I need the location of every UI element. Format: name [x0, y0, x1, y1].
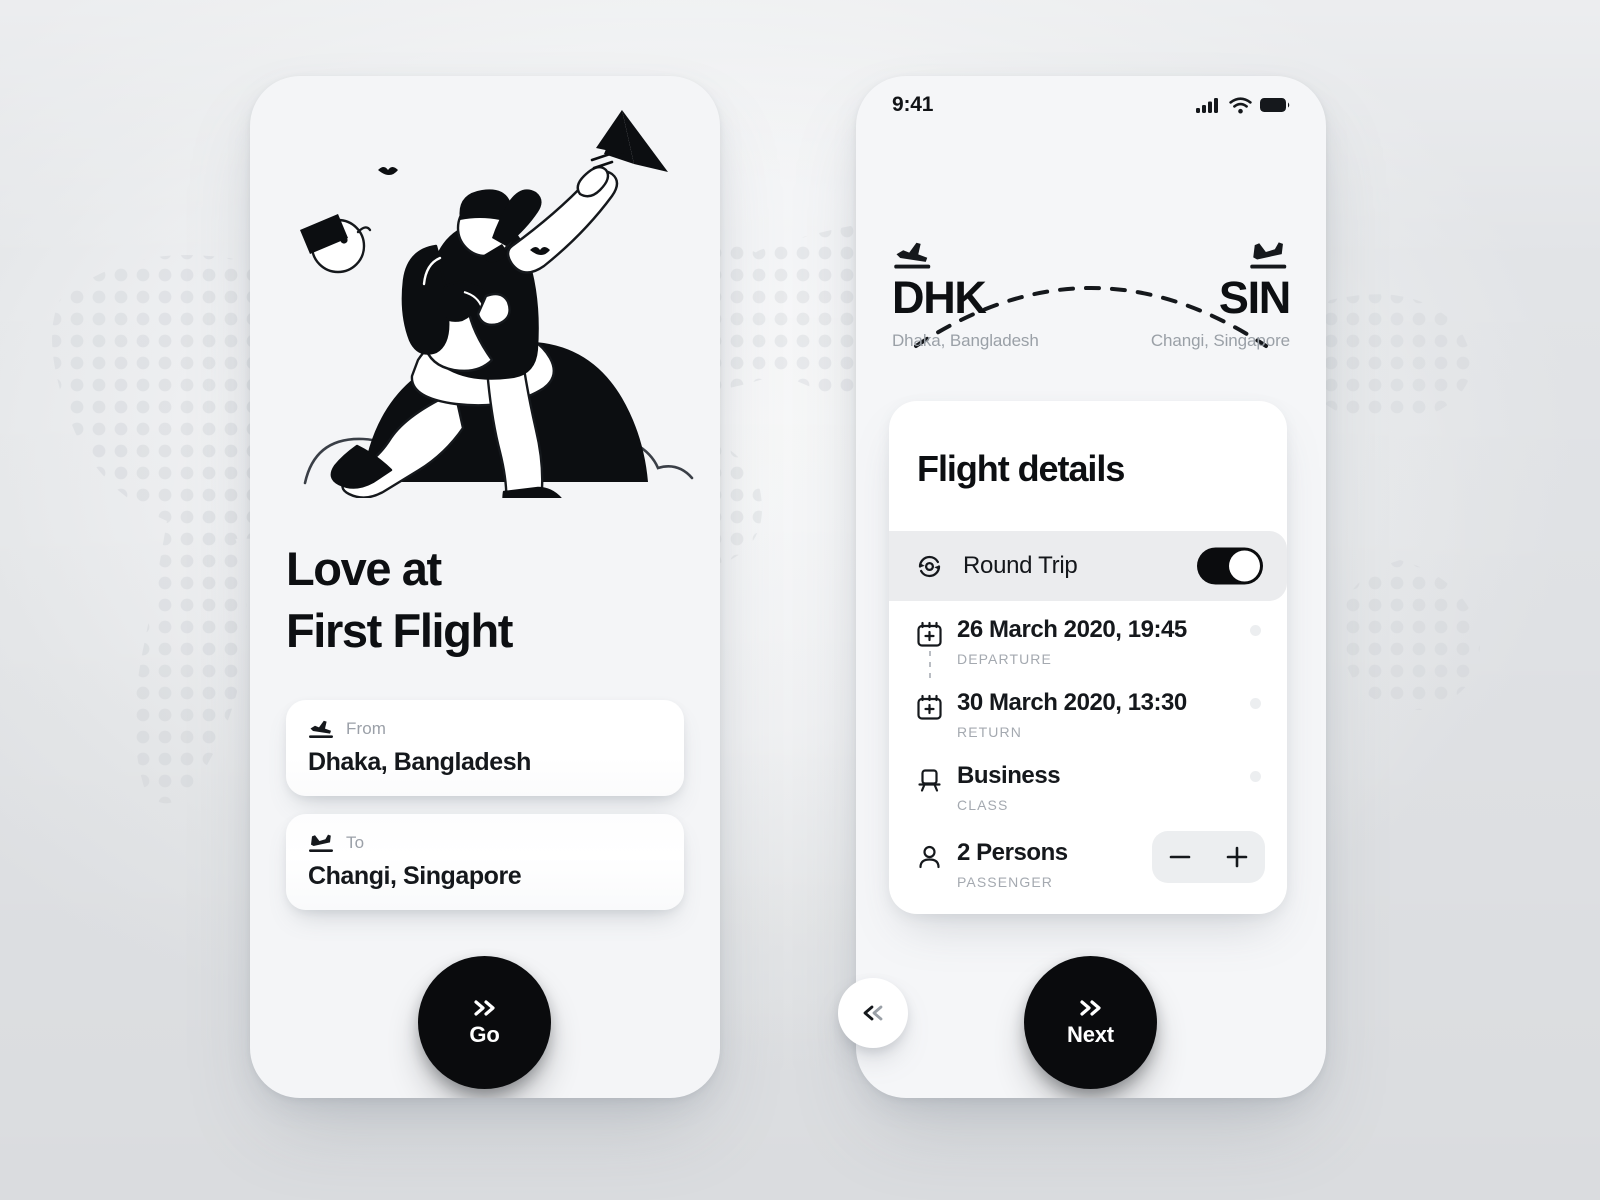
- class-label: CLASS: [957, 797, 1009, 814]
- row-status-dot: [1250, 698, 1261, 709]
- calendar-plus-icon: [917, 621, 942, 647]
- page-title: Love at First Flight: [286, 538, 513, 662]
- double-chevron-left-icon: [863, 1005, 883, 1021]
- plus-icon: [1226, 846, 1248, 868]
- go-button[interactable]: Go: [418, 956, 551, 1089]
- status-bar: 9:41: [856, 76, 1326, 134]
- next-button-label: Next: [1067, 1021, 1114, 1047]
- to-field-value[interactable]: Changi, Singapore: [308, 862, 522, 891]
- go-button-label: Go: [469, 1021, 500, 1047]
- from-field[interactable]: From Dhaka, Bangladesh: [286, 700, 684, 796]
- row-status-dot: [1250, 625, 1261, 636]
- plane-landing-icon: [1250, 242, 1287, 269]
- next-button[interactable]: Next: [1024, 956, 1157, 1089]
- status-bar-time: 9:41: [892, 93, 934, 116]
- class-value: Business: [957, 762, 1061, 789]
- plane-landing-icon: [309, 834, 333, 852]
- route-origin: DHK Dhaka, Bangladesh: [892, 240, 1039, 351]
- passenger-increment-button[interactable]: [1215, 835, 1259, 879]
- person-icon: [919, 845, 940, 869]
- class-text: Business CLASS: [957, 762, 1061, 814]
- passenger-label: PASSENGER: [957, 874, 1053, 891]
- return-datetime: 30 March 2020, 13:30: [957, 689, 1187, 716]
- passenger-text: 2 Persons PASSENGER: [957, 839, 1068, 891]
- round-trip-loop-icon: [918, 555, 941, 577]
- back-button[interactable]: [838, 978, 908, 1048]
- toggle-knob: [1229, 550, 1260, 582]
- round-trip-label: Round Trip: [963, 552, 1078, 579]
- passenger-stepper: [1152, 831, 1265, 883]
- flight-details-card: Flight details Round Trip 26 March 2020,…: [889, 401, 1287, 914]
- return-text: 30 March 2020, 13:30 RETURN: [957, 689, 1187, 741]
- minus-icon: [1169, 855, 1191, 859]
- headline-line-1: Love at: [286, 542, 442, 595]
- phone-screen-flight-details: 9:41 DHK Dhaka, Bangladesh SIN Changi, S…: [856, 76, 1326, 1098]
- double-chevron-right-icon: [473, 999, 495, 1016]
- departure-datetime: 26 March 2020, 19:45: [957, 616, 1187, 643]
- to-field[interactable]: To Changi, Singapore: [286, 814, 684, 910]
- calendar-plus-icon: [917, 694, 942, 720]
- from-field-label: From: [346, 719, 387, 738]
- route-destination: SIN Changi, Singapore: [1150, 240, 1291, 351]
- from-field-value[interactable]: Dhaka, Bangladesh: [308, 748, 531, 777]
- phone-screen-onboarding: Love at First Flight From Dhaka, Banglad…: [250, 76, 720, 1098]
- cellular-signal-icon: [1196, 97, 1218, 113]
- return-label: RETURN: [957, 724, 1022, 741]
- passenger-decrement-button[interactable]: [1158, 835, 1202, 879]
- person-reaching-for-paper-plane-illustration: [300, 110, 694, 498]
- route-origin-code: DHK: [892, 272, 987, 323]
- departure-text: 26 March 2020, 19:45 DEPARTURE: [957, 616, 1187, 668]
- seat-icon: [918, 769, 941, 792]
- departure-return-connector: [929, 651, 931, 684]
- passenger-count: 2 Persons: [957, 839, 1068, 866]
- from-field-header: From: [308, 719, 386, 739]
- status-bar-icons: [1196, 96, 1290, 114]
- to-field-header: To: [308, 833, 364, 853]
- route-origin-city: Dhaka, Bangladesh: [892, 331, 1039, 350]
- round-trip-toggle[interactable]: [1197, 547, 1263, 585]
- wifi-icon: [1229, 96, 1252, 113]
- battery-icon: [1260, 98, 1290, 112]
- plane-takeoff-icon: [309, 720, 333, 738]
- route-destination-city: Changi, Singapore: [1150, 331, 1290, 350]
- row-status-dot: [1250, 771, 1261, 782]
- route-destination-code: SIN: [1218, 272, 1291, 323]
- to-field-label: To: [346, 833, 365, 852]
- double-chevron-right-icon: [1079, 999, 1101, 1016]
- plane-takeoff-icon: [894, 242, 931, 269]
- world-map-dot-pattern: [0, 0, 1600, 1200]
- flight-details-title: Flight details: [917, 448, 1125, 489]
- headline-line-2: First Flight: [286, 604, 513, 658]
- departure-label: DEPARTURE: [957, 651, 1052, 668]
- round-trip-row[interactable]: Round Trip: [889, 531, 1287, 601]
